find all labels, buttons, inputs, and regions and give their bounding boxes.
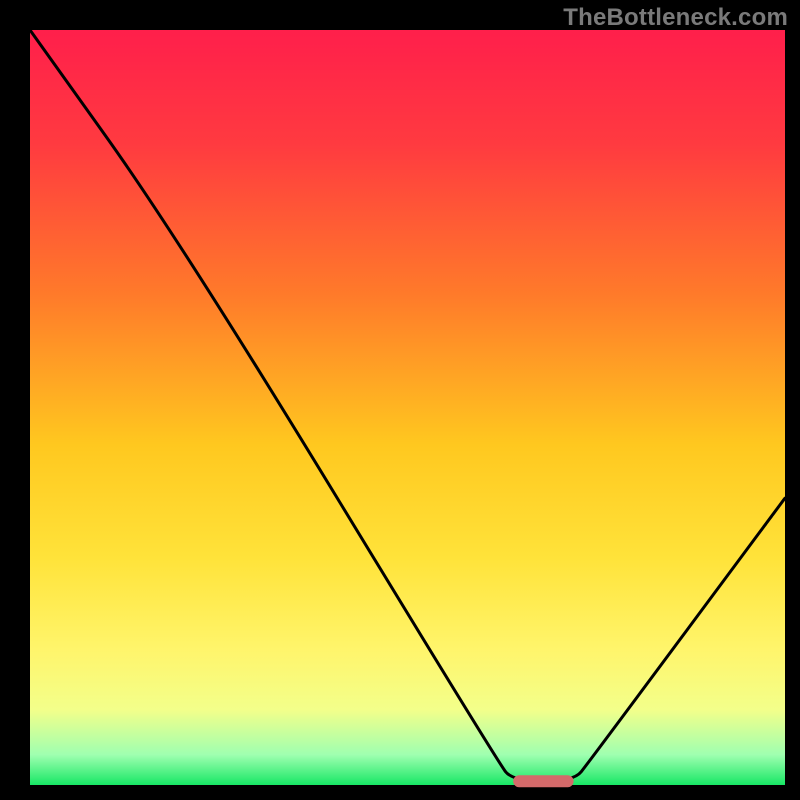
- bottleneck-chart: [0, 0, 800, 800]
- gradient-background: [30, 30, 785, 785]
- optimum-marker: [513, 775, 573, 787]
- chart-frame: TheBottleneck.com: [0, 0, 800, 800]
- watermark-text: TheBottleneck.com: [563, 4, 788, 32]
